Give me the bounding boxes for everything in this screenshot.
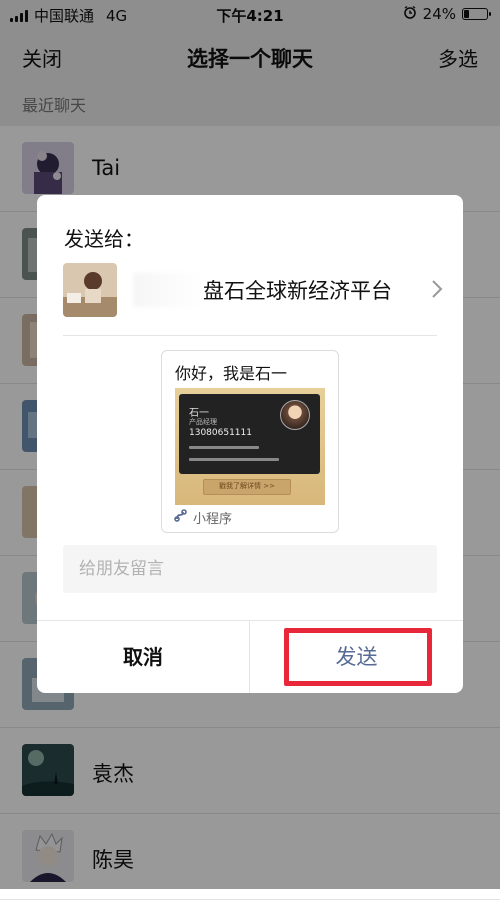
divider [63,335,437,336]
bizcard-role: 产品经理 [189,418,217,426]
bizcard-button: 戳我了解详情 >> [203,479,291,495]
bizcard-text-line [189,446,259,449]
send-to-dialog: 发送给： 盘石全球新经济平台 你好，我是石一 石一 产品经理 130806511… [37,195,463,693]
mini-program-icon [174,508,188,527]
card-footer: 小程序 [174,508,232,527]
card-title: 你好，我是石一 [175,364,288,383]
cancel-button[interactable]: 取消 [37,621,249,693]
mini-program-label: 小程序 [193,512,233,527]
bizcard-photo [280,400,310,430]
highlight-annotation [284,628,432,686]
recipient-avatar [63,263,117,317]
business-card-image: 石一 产品经理 13080651111 [179,394,320,474]
redacted-text [133,273,203,307]
recipient-name: 盘石全球新经济平台 [203,279,392,303]
bizcard-button-text: 戳我了解详情 >> [219,482,275,490]
mini-program-card[interactable]: 你好，我是石一 石一 产品经理 13080651111 戳我了解详情 >> 小程… [161,350,339,533]
chevron-right-icon [431,279,443,303]
recipient-row[interactable]: 盘石全球新经济平台 [63,263,443,317]
bizcard-text-line [189,458,279,461]
bizcard-phone: 13080651111 [189,428,252,438]
message-input[interactable] [63,545,437,593]
card-thumbnail: 石一 产品经理 13080651111 戳我了解详情 >> [175,388,325,505]
dialog-title: 发送给： [64,227,144,251]
